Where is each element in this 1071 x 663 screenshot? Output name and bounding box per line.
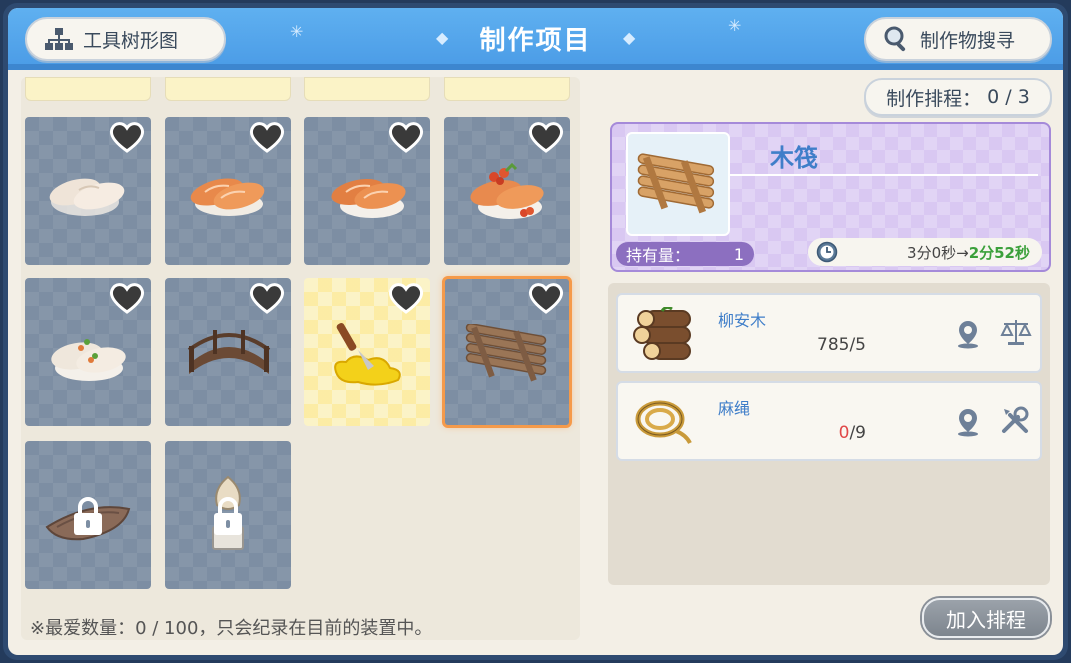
grid-item-herb-sushi[interactable] [25, 278, 151, 426]
material-count: 785/5 [796, 335, 866, 355]
wooden-bridge-icon [187, 330, 271, 374]
selected-item-name: 木筏 [770, 144, 818, 172]
map-pin-icon[interactable] [956, 407, 980, 437]
tree-diagram-icon [45, 28, 73, 50]
wooden-raft-icon [637, 153, 715, 214]
lock-icon [214, 497, 242, 535]
divider [730, 174, 1038, 176]
favorites-note: ※最爱数量：0 / 100，只会纪录在目前的装置中。 [30, 618, 433, 639]
material-row[interactable]: 麻绳 0/9 [616, 381, 1042, 461]
queue-label: 制作排程： [886, 87, 982, 110]
tool-tree-button[interactable]: 工具树形图 [25, 17, 226, 61]
grid-item-salmon-sushi-alt[interactable] [304, 117, 430, 265]
heart-icon[interactable] [109, 121, 145, 153]
heart-icon[interactable] [388, 121, 424, 153]
butter-knife-icon [334, 322, 401, 386]
grid-item-wooden-raft[interactable] [442, 276, 572, 428]
tool-tree-label: 工具树形图 [83, 29, 179, 52]
salmon-sushi-icon [190, 178, 265, 216]
partial-grid-cell[interactable] [304, 77, 430, 101]
header-bar: ✳ ◆ ◆ ✳ 制作项目 工具树形图 制作物搜寻 [8, 8, 1063, 70]
material-count: 0/9 [796, 423, 866, 443]
white-fish-sushi-icon [49, 178, 125, 216]
scale-icon[interactable] [1000, 317, 1032, 347]
heart-icon[interactable] [528, 282, 564, 314]
material-need: /9 [849, 423, 866, 443]
material-name: 麻绳 [718, 399, 751, 418]
herb-sushi-icon [51, 339, 126, 381]
roe-sushi-icon [470, 162, 544, 219]
owned-count-badge: 持有量： 1 [616, 242, 754, 266]
item-search-label: 制作物搜寻 [920, 29, 1016, 52]
craft-time-original: 3分0秒→ [907, 243, 969, 262]
heart-icon[interactable] [109, 282, 145, 314]
clock-icon [816, 241, 838, 263]
logs-icon [633, 307, 691, 360]
grid-item-wooden-bridge[interactable] [165, 278, 291, 426]
materials-panel: 柳安木 785/5 麻绳 0/9 [608, 283, 1050, 585]
queue-value: 0 / 3 [987, 86, 1030, 108]
heart-icon[interactable] [249, 121, 285, 153]
recipe-grid-area [21, 77, 580, 640]
grid-item-lamp-locked[interactable] [165, 441, 291, 589]
add-to-queue-button[interactable]: 加入排程 [922, 598, 1050, 638]
craft-time-reduced: 2分52秒 [968, 243, 1030, 262]
material-row[interactable]: 柳安木 785/5 [616, 293, 1042, 373]
grid-item-white-fish-sushi[interactable] [25, 117, 151, 265]
crafting-queue-counter: 制作排程： 0 / 3 [864, 78, 1052, 116]
partial-grid-cell[interactable] [165, 77, 291, 101]
rope-icon [635, 400, 692, 444]
grid-item-salmon-sushi[interactable] [165, 117, 291, 265]
heart-icon[interactable] [528, 121, 564, 153]
selected-item-card: 木筏 持有量： 1 3分0秒→2分52秒 [610, 122, 1051, 272]
material-need: /5 [849, 335, 866, 355]
partial-grid-cell[interactable] [444, 77, 570, 101]
lock-icon [74, 497, 102, 535]
material-have: 0 [838, 423, 850, 443]
wooden-raft-icon [465, 324, 547, 382]
grid-item-boat-locked[interactable] [25, 441, 151, 589]
salmon-sushi-icon [331, 178, 406, 218]
map-pin-icon[interactable] [956, 319, 980, 349]
item-search-button[interactable]: 制作物搜寻 [864, 17, 1052, 61]
craft-time-box: 3分0秒→2分52秒 [808, 238, 1042, 266]
selected-item-thumbnail [626, 132, 730, 236]
search-icon [884, 26, 906, 52]
material-have: 785 [817, 335, 850, 355]
crafting-panel: ✳ ◆ ◆ ✳ 制作项目 工具树形图 制作物搜寻 ※最爱数量：0 / 100，只… [8, 8, 1063, 655]
heart-icon[interactable] [249, 282, 285, 314]
grid-item-roe-sushi[interactable] [444, 117, 570, 265]
heart-icon[interactable] [388, 282, 424, 314]
material-name: 柳安木 [718, 311, 767, 330]
grid-item-butter-knife[interactable] [304, 278, 430, 426]
partial-grid-cell[interactable] [25, 77, 151, 101]
owned-label: 持有量： [626, 246, 691, 265]
owned-value: 1 [733, 244, 744, 264]
tools-icon[interactable] [1000, 405, 1030, 435]
